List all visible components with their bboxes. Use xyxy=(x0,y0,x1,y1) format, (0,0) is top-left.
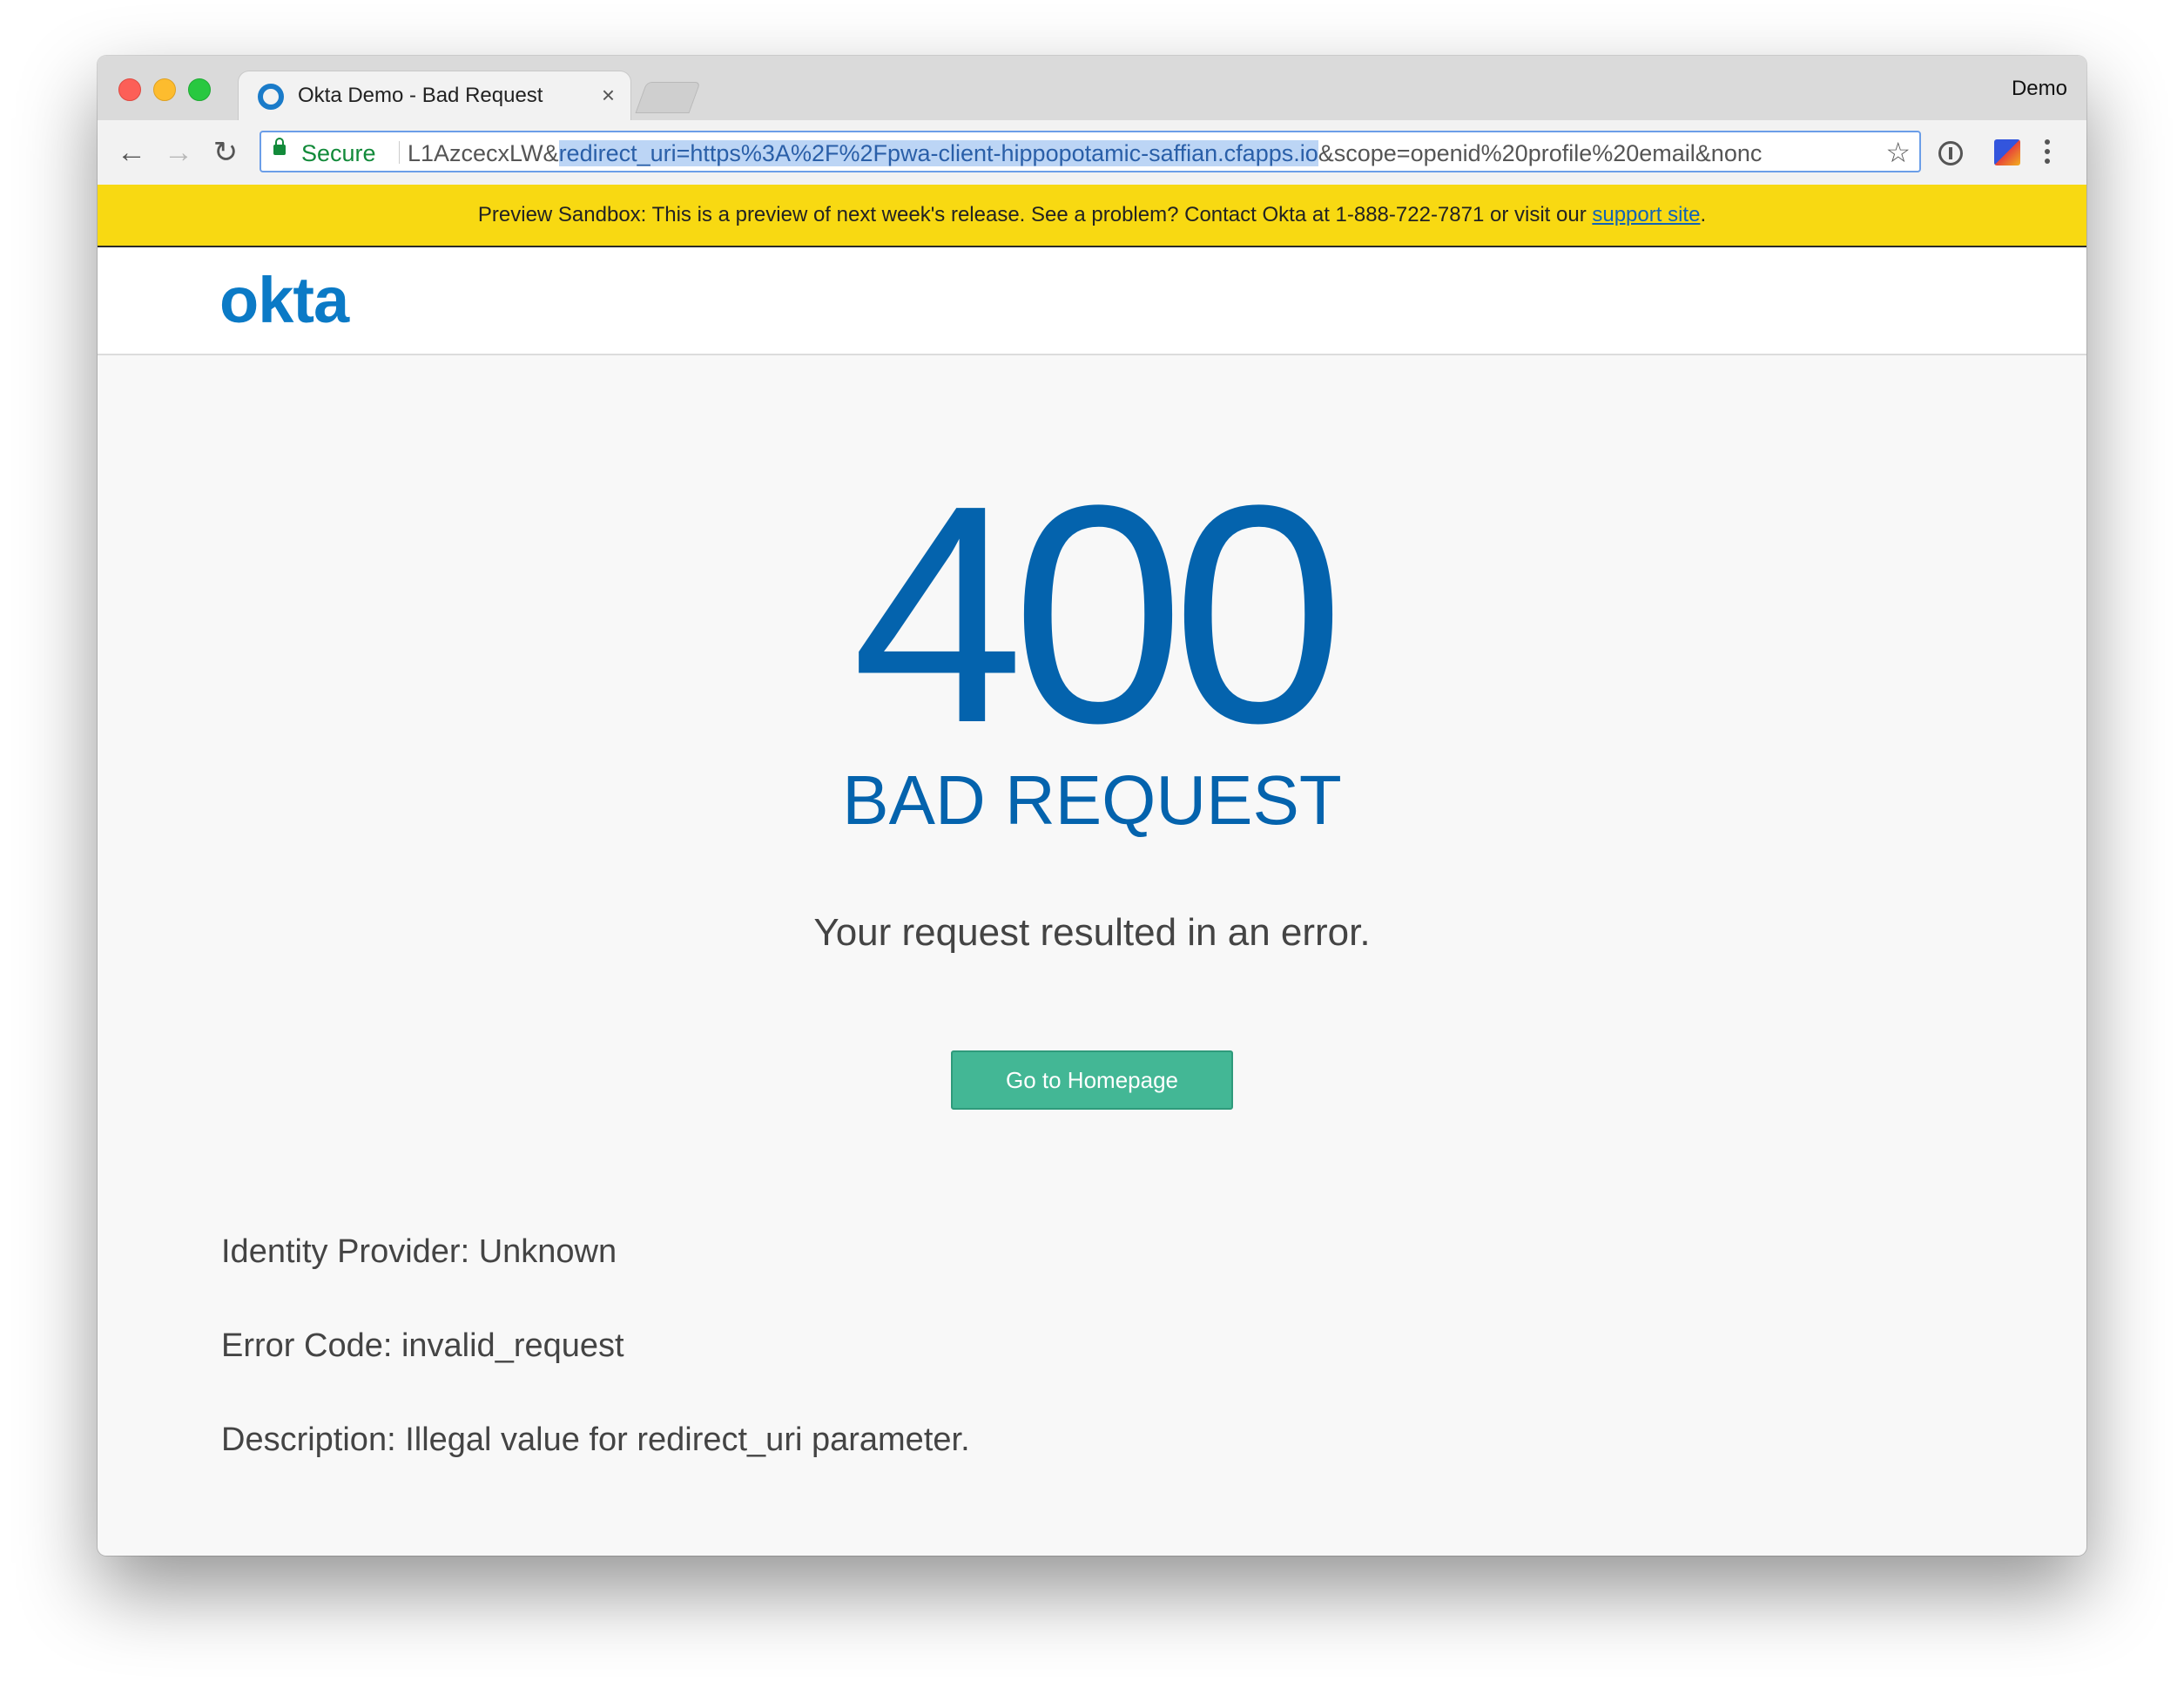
new-tab-button[interactable] xyxy=(635,82,701,113)
support-site-link[interactable]: support site xyxy=(1592,203,1700,226)
reload-icon[interactable]: ↻ xyxy=(206,132,246,172)
forward-icon[interactable]: → xyxy=(158,132,199,172)
page-header: okta xyxy=(98,247,2086,355)
error-description-text: Description: Illegal value for redirect_… xyxy=(221,1422,970,1458)
secure-label: Secure xyxy=(301,140,376,166)
browser-window: Okta Demo - Bad Request × Demo ← → ↻ Sec… xyxy=(98,56,2086,1556)
back-icon[interactable]: ← xyxy=(111,132,152,172)
profile-name[interactable]: Demo xyxy=(2012,77,2067,101)
preview-sandbox-banner: Preview Sandbox: This is a preview of ne… xyxy=(98,185,2086,247)
go-to-homepage-button[interactable]: Go to Homepage xyxy=(951,1050,1233,1110)
error-title: BAD REQUEST xyxy=(842,761,1342,839)
minimize-window-button[interactable] xyxy=(153,78,176,101)
tab-title: Okta Demo - Bad Request xyxy=(298,84,543,107)
browser-menu-icon[interactable] xyxy=(2045,139,2052,167)
error-message: Your request resulted in an error. xyxy=(813,911,1371,954)
extension-icon[interactable] xyxy=(1994,139,2020,165)
tab-okta-demo[interactable]: Okta Demo - Bad Request × xyxy=(239,71,630,120)
bookmark-star-icon[interactable]: ☆ xyxy=(1885,136,1911,169)
error-code-number: 400 xyxy=(852,442,1345,787)
close-window-button[interactable] xyxy=(118,78,141,101)
password-manager-extension-icon[interactable] xyxy=(1938,141,1963,165)
identity-provider-text: Identity Provider: Unknown xyxy=(221,1233,617,1270)
lock-icon xyxy=(273,138,286,155)
banner-end: . xyxy=(1700,203,1707,226)
okta-logo[interactable]: okta xyxy=(219,263,349,337)
title-bar: Okta Demo - Bad Request × Demo xyxy=(98,56,2086,120)
omnibox-divider xyxy=(399,141,400,164)
url-text[interactable]: L1AzcecxLW&redirect_uri=https%3A%2F%2Fpw… xyxy=(408,140,1762,167)
url-selected: redirect_uri=https%3A%2F%2Fpwa-client-hi… xyxy=(558,140,1318,166)
browser-toolbar: ← → ↻ Secure L1AzcecxLW&redirect_uri=htt… xyxy=(98,120,2086,186)
banner-text: Preview Sandbox: This is a preview of ne… xyxy=(477,203,1593,226)
maximize-window-button[interactable] xyxy=(188,78,211,101)
url-suffix: &scope=openid%20profile%20email&nonc xyxy=(1318,140,1763,166)
error-code-text: Error Code: invalid_request xyxy=(221,1327,624,1364)
okta-favicon-icon xyxy=(258,84,284,110)
tab-close-icon[interactable]: × xyxy=(602,82,615,108)
error-content: 400 BAD REQUEST Your request resulted in… xyxy=(98,355,2086,1556)
url-prefix: L1AzcecxLW& xyxy=(408,140,559,166)
address-bar[interactable]: Secure L1AzcecxLW&redirect_uri=https%3A%… xyxy=(260,131,1921,172)
